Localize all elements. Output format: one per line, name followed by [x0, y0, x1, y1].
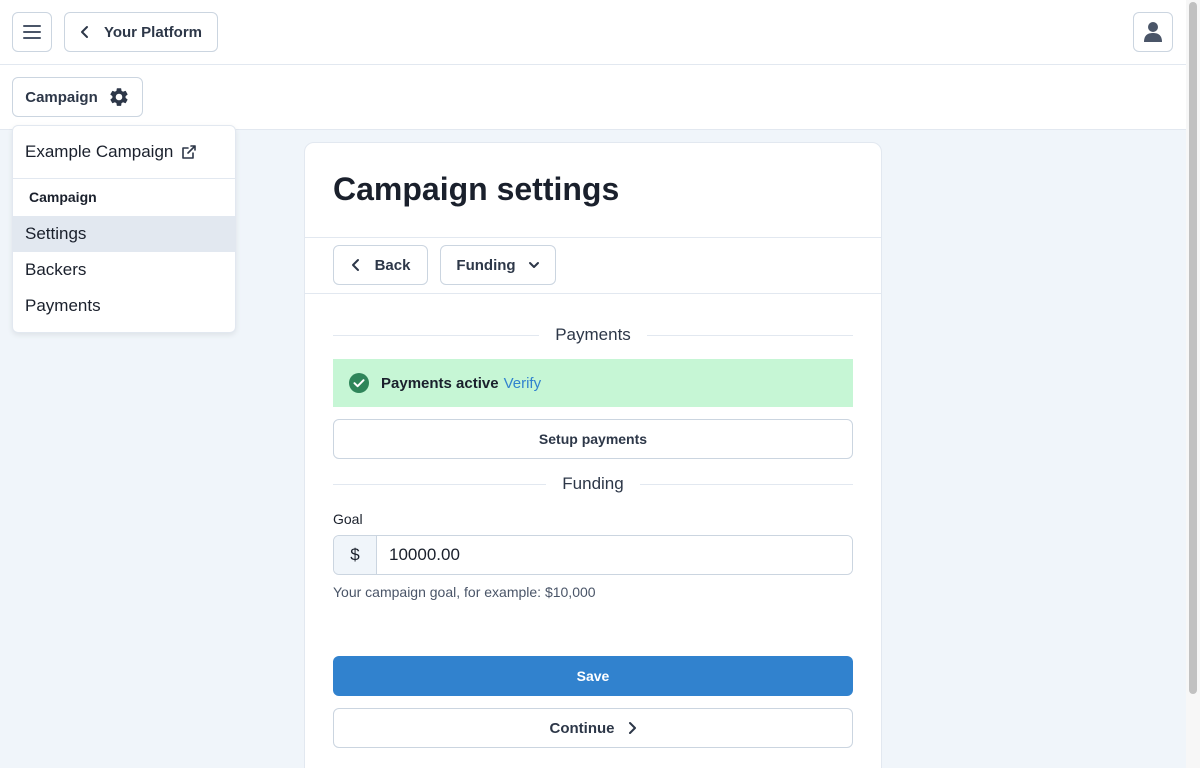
campaign-menu-label: Campaign: [25, 88, 98, 106]
gear-icon: [110, 88, 128, 106]
section-select-button[interactable]: Funding: [440, 245, 556, 285]
campaign-menu-button[interactable]: Campaign: [12, 77, 143, 117]
section-select-label: Funding: [456, 256, 516, 274]
menu-button[interactable]: [12, 12, 52, 52]
payments-status-text: Payments active: [381, 374, 499, 392]
campaign-dropdown-menu: Example Campaign Campaign Settings Backe…: [12, 125, 236, 333]
chevron-down-icon: [528, 262, 539, 268]
back-to-platform-button[interactable]: Your Platform: [64, 12, 218, 52]
verify-link[interactable]: Verify: [504, 375, 542, 392]
external-link-icon: [182, 145, 197, 159]
dropdown-section-heading: Campaign: [29, 189, 97, 205]
hamburger-menu-icon: [23, 25, 41, 39]
funding-section-heading: Funding: [333, 472, 853, 496]
currency-prefix: $: [334, 536, 377, 574]
toolbar-divider: [305, 293, 881, 294]
check-circle-icon: [349, 373, 369, 393]
campaign-settings-card: Campaign settings Back Funding Payments …: [304, 142, 882, 768]
back-button[interactable]: Back: [333, 245, 428, 285]
example-campaign-label: Example Campaign: [25, 142, 174, 161]
save-button-label: Save: [576, 668, 610, 684]
sub-bar: Campaign: [0, 65, 1186, 130]
back-button-label: Back: [374, 256, 411, 274]
dropdown-item-backers[interactable]: Backers: [13, 252, 235, 288]
page-scrollbar[interactable]: [1186, 0, 1200, 768]
setup-payments-label: Setup payments: [538, 431, 648, 447]
dropdown-item-payments[interactable]: Payments: [13, 288, 235, 324]
payments-section-title: Payments: [555, 325, 631, 344]
goal-label: Goal: [333, 511, 363, 527]
payments-section-heading: Payments: [333, 323, 853, 347]
user-icon: [1144, 22, 1162, 42]
page-title: Campaign settings: [333, 171, 620, 207]
continue-button[interactable]: Continue: [333, 708, 853, 748]
chevron-left-icon: [351, 259, 359, 271]
dropdown-item-label: Payments: [25, 296, 101, 315]
payments-status-alert: Payments active Verify: [333, 359, 853, 407]
save-button[interactable]: Save: [333, 656, 853, 696]
example-campaign-link[interactable]: Example Campaign: [13, 134, 235, 170]
goal-input[interactable]: [377, 536, 852, 574]
back-to-platform-label: Your Platform: [103, 23, 203, 41]
user-menu-button[interactable]: [1133, 12, 1173, 52]
top-bar: Your Platform: [0, 0, 1186, 65]
scrollbar-thumb[interactable]: [1189, 2, 1197, 694]
dropdown-item-label: Backers: [25, 260, 87, 279]
dropdown-item-label: Settings: [25, 224, 87, 243]
dropdown-item-settings[interactable]: Settings: [13, 216, 235, 252]
goal-input-group: $: [333, 535, 853, 575]
chevron-right-icon: [628, 722, 636, 734]
header-divider: [305, 237, 881, 238]
dropdown-divider: [13, 178, 235, 179]
continue-button-label: Continue: [549, 719, 615, 737]
chevron-left-icon: [80, 26, 88, 38]
goal-help-text: Your campaign goal, for example: $10,000: [333, 584, 596, 600]
setup-payments-button[interactable]: Setup payments: [333, 419, 853, 459]
funding-section-title: Funding: [562, 474, 624, 493]
